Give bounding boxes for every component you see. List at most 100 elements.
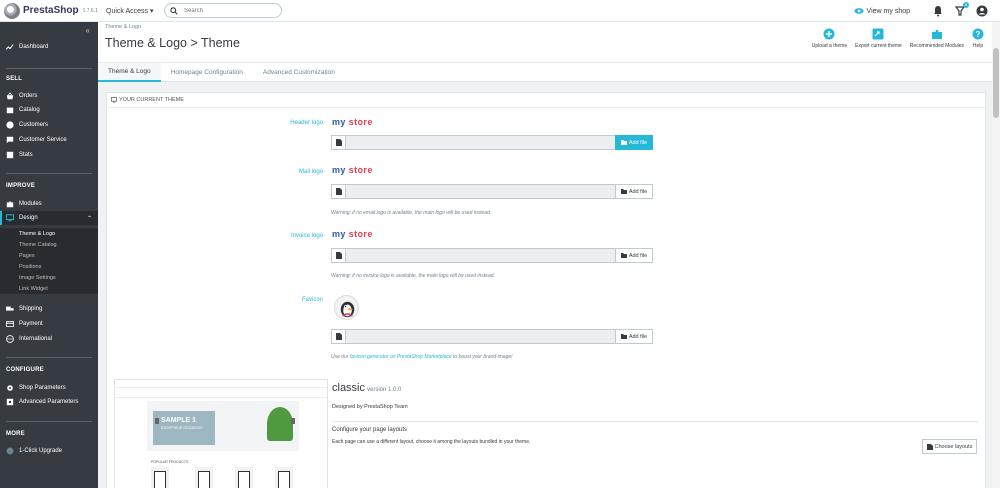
submenu-item-pages[interactable]: Pages <box>0 250 98 261</box>
invoice-logo-file-field[interactable] <box>331 248 653 263</box>
upload-theme-label: Upload a theme <box>811 43 848 49</box>
file-icon <box>332 249 346 262</box>
chat-icon <box>6 136 14 144</box>
tab-advanced-customization[interactable]: Advanced Customization <box>253 63 345 82</box>
search-icon <box>170 6 178 15</box>
invoice-logo-label: Invoice logo <box>290 233 323 239</box>
theme-version: version 1.0.0 <box>367 387 402 393</box>
search-input[interactable] <box>184 7 274 14</box>
prestashop-marketplace-link[interactable]: PrestaShop Marketplace <box>397 354 452 360</box>
submenu-item-link-widget[interactable]: Link Widget <box>0 283 98 294</box>
folder-open-icon <box>620 189 627 194</box>
shopping-basket-icon <box>6 92 14 100</box>
divider <box>332 421 978 422</box>
help-button[interactable]: ? Help <box>972 28 984 49</box>
folder-open-icon <box>620 334 627 339</box>
favicon-generator-link[interactable]: favicon generator on <box>350 354 396 360</box>
sidebar-divider <box>6 421 92 422</box>
export-theme-button[interactable]: Export current theme <box>855 28 902 49</box>
sidebar-item-shipping[interactable]: Shipping <box>0 302 98 316</box>
favicon-file-field[interactable] <box>331 329 653 344</box>
preview-product-pic <box>198 471 210 488</box>
sidebar-item-customers[interactable]: Customers <box>0 118 98 132</box>
header-logo-file-field[interactable] <box>331 135 653 150</box>
submenu-item-theme-logo[interactable]: Theme & Logo <box>0 228 98 239</box>
mail-logo-image: my store <box>332 165 373 175</box>
notifications-icon[interactable]: 8 <box>954 2 969 17</box>
logo-text-my: my <box>332 229 346 239</box>
sidebar-item-modules[interactable]: Modules <box>0 197 98 211</box>
preview-banner: SAMPLE 1 EXCEPTEUR OCCAECAT <box>147 401 299 451</box>
sidebar-item-label: Customers <box>19 122 49 128</box>
file-icon <box>332 330 346 343</box>
scrollbar[interactable] <box>992 22 1000 488</box>
header-logo-add-file-button[interactable]: Add file <box>615 135 653 150</box>
preview-arrow-left-icon <box>155 418 159 424</box>
theme-preview-image: SAMPLE 1 EXCEPTEUR OCCAECAT POPULAR PROD… <box>114 379 328 488</box>
logo-text-store: store <box>348 165 373 175</box>
mail-logo-file-field[interactable] <box>331 184 653 199</box>
tab-theme-logo[interactable]: Theme & Logo <box>98 63 161 82</box>
sidebar-section-sell: SELL <box>6 76 23 82</box>
prestashop-logo[interactable]: PrestaShop 1.7.6.1 <box>0 0 98 22</box>
sidebar-item-dashboard[interactable]: Dashboard <box>0 40 98 54</box>
sidebar-item-shop-parameters[interactable]: Shop Parameters <box>0 381 98 395</box>
choose-layouts-button[interactable]: Choose layouts <box>922 439 977 454</box>
upload-theme-button[interactable]: Upload a theme <box>812 28 847 49</box>
sidebar-item-payment[interactable]: Payment <box>0 317 98 331</box>
sidebar-item-orders[interactable]: Orders <box>0 89 98 103</box>
invoice-logo-add-file-button[interactable]: Add file <box>615 248 653 263</box>
layouts-title: Configure your page layouts <box>332 427 408 433</box>
folder-open-icon <box>620 253 627 258</box>
chevron-up-icon: ⌃ <box>86 215 92 222</box>
preview-products-heading: POPULAR PRODUCTS <box>151 460 189 464</box>
add-file-label: Add file <box>628 188 648 195</box>
sidebar-item-advanced-parameters[interactable]: Advanced Parameters <box>0 395 98 409</box>
export-icon <box>872 28 884 40</box>
favicon-note-prefix: Use our <box>331 354 349 360</box>
sidebar-item-label: Orders <box>19 93 38 99</box>
sidebar-item-customer-service[interactable]: Customer Service <box>0 133 98 147</box>
preview-product-pic <box>238 471 250 488</box>
eye-icon <box>853 8 864 14</box>
preview-nav <box>115 388 327 398</box>
settings-icon <box>7 385 13 391</box>
preview-product <box>275 467 293 488</box>
bell-icon[interactable] <box>932 5 944 17</box>
file-path-value <box>346 330 652 343</box>
file-icon <box>332 136 346 149</box>
sidebar-divider <box>6 357 92 358</box>
preview-plant-image <box>267 407 293 441</box>
view-my-shop-label: View my shop <box>866 7 910 15</box>
submenu-item-theme-catalog[interactable]: Theme Catalog <box>0 239 98 250</box>
sidebar-item-1-click-upgrade[interactable]: 1-Click Upgrade <box>0 444 98 458</box>
add-file-label: Add file <box>628 333 648 340</box>
search-box[interactable] <box>164 3 282 18</box>
submenu-item-positions[interactable]: Positions <box>0 261 98 272</box>
folder-open-icon <box>620 140 627 145</box>
sidebar-item-label: Catalog <box>19 107 40 113</box>
sidebar-item-international[interactable]: International <box>0 332 98 346</box>
collapse-sidebar-icon[interactable]: « <box>86 26 90 35</box>
preview-product-pic <box>278 471 290 488</box>
preview-product-pic <box>154 471 166 488</box>
view-my-shop-link[interactable]: View my shop <box>853 7 910 15</box>
tab-homepage-configuration[interactable]: Homepage Configuration <box>161 63 253 82</box>
sidebar-item-label: Design <box>19 215 38 221</box>
scrollbar-thumb[interactable] <box>993 48 999 118</box>
quick-access-dropdown[interactable]: Quick Access ▾ <box>106 7 153 15</box>
sidebar-item-catalog[interactable]: Catalog <box>0 103 98 117</box>
recommended-modules-button[interactable]: Recommended Modules <box>910 28 964 49</box>
sidebar-item-design[interactable]: Design ⌃ <box>0 211 98 225</box>
mail-logo-add-file-button[interactable]: Add file <box>615 184 653 199</box>
favicon-label: Favicon <box>301 297 323 303</box>
choose-layouts-label: Choose layouts <box>934 443 973 450</box>
sidebar-item-label: Shop Parameters <box>19 385 66 391</box>
current-theme-panel: YOUR CURRENT THEME Header logo my store … <box>106 92 986 488</box>
sidebar-item-stats[interactable]: Stats <box>0 148 98 162</box>
submenu-item-image-settings[interactable]: Image Settings <box>0 272 98 283</box>
breadcrumb[interactable]: Theme & Logo <box>105 24 141 30</box>
user-avatar-icon[interactable] <box>976 5 988 17</box>
header-logo-label: Header logo <box>290 120 323 126</box>
favicon-add-file-button[interactable]: Add file <box>615 329 653 344</box>
